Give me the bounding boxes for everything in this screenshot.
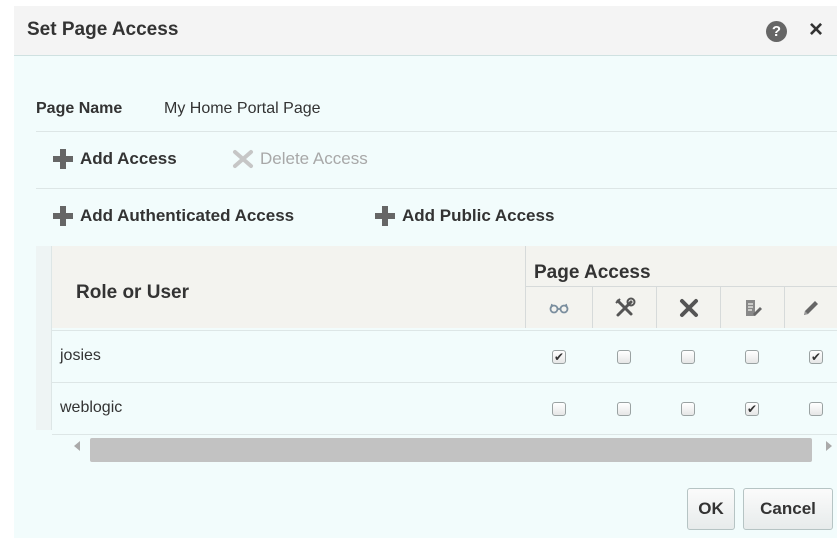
plus-icon	[52, 148, 74, 170]
page-name-value: My Home Portal Page	[164, 100, 321, 117]
delete-access-label: Delete Access	[260, 149, 368, 168]
column-group-page-access: Page Access	[534, 262, 651, 283]
table-header: Role or User Page Access	[52, 246, 837, 328]
column-header-customize	[592, 287, 656, 328]
permission-checkbox[interactable]: ✔	[552, 350, 566, 364]
table-row[interactable]: weblogic ✔	[52, 382, 837, 434]
add-authenticated-access-label: Add Authenticated Access	[80, 206, 295, 225]
pencil-icon	[804, 300, 818, 315]
permission-checkbox[interactable]	[617, 402, 631, 416]
customize-tools-icon	[614, 297, 635, 316]
permission-checkbox[interactable]	[745, 350, 759, 364]
permission-checkbox[interactable]	[681, 350, 695, 364]
set-page-access-dialog: Set Page Access ? × Page Name My Home Po…	[14, 6, 837, 538]
divider	[36, 188, 837, 189]
column-header-role: Role or User	[76, 282, 189, 303]
delete-x-icon	[679, 298, 698, 317]
role-name: josies	[60, 347, 101, 364]
scroll-right-arrow-icon[interactable]	[826, 441, 832, 451]
row-header-column	[36, 246, 52, 430]
role-name: weblogic	[60, 399, 123, 416]
page-name-label: Page Name	[36, 100, 123, 117]
permission-checkbox[interactable]: ✔	[809, 350, 823, 364]
scrollbar-thumb[interactable]	[90, 438, 812, 462]
edit-page-icon	[745, 299, 762, 316]
permission-checkbox[interactable]	[552, 402, 566, 416]
permission-checkbox[interactable]	[617, 350, 631, 364]
close-icon[interactable]: ×	[809, 16, 823, 44]
column-header-personalize	[784, 287, 837, 328]
column-header-edit	[720, 287, 784, 328]
column-header-view	[526, 287, 592, 328]
dialog-header: Set Page Access ? ×	[14, 6, 837, 56]
scroll-left-arrow-icon[interactable]	[74, 441, 80, 451]
add-access-button[interactable]: Add Access	[52, 146, 177, 172]
divider	[36, 131, 837, 132]
add-authenticated-access-button[interactable]: Add Authenticated Access	[52, 203, 294, 229]
plus-icon	[374, 205, 396, 227]
permission-checkbox[interactable]: ✔	[745, 402, 759, 416]
cancel-button[interactable]: Cancel	[743, 488, 833, 530]
permission-checkbox[interactable]	[681, 402, 695, 416]
permission-checkbox[interactable]	[809, 402, 823, 416]
column-header-delete	[656, 287, 720, 328]
delete-x-icon	[233, 150, 253, 168]
add-public-access-button[interactable]: Add Public Access	[374, 203, 554, 229]
view-glasses-icon	[549, 303, 569, 313]
plus-icon	[52, 205, 74, 227]
delete-access-button[interactable]: Delete Access	[232, 146, 368, 172]
horizontal-scrollbar[interactable]	[52, 434, 837, 464]
add-public-access-label: Add Public Access	[402, 206, 555, 225]
ok-button[interactable]: OK	[687, 488, 735, 530]
table-row[interactable]: josies ✔ ✔	[52, 330, 837, 382]
dialog-title: Set Page Access	[27, 19, 179, 40]
help-icon[interactable]: ?	[766, 21, 787, 42]
access-table: Role or User Page Access josies ✔ ✔ webl…	[36, 246, 837, 476]
add-access-label: Add Access	[80, 149, 177, 168]
